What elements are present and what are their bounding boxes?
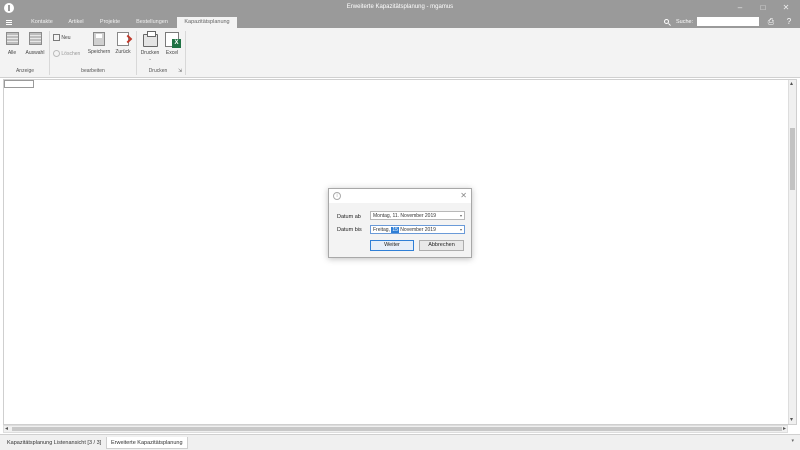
help-icon[interactable]: ?	[784, 17, 794, 27]
alle-button[interactable]: Alle	[4, 32, 20, 56]
zurueck-button[interactable]: Zurück	[113, 32, 133, 55]
datum-ab-label: Datum ab	[337, 214, 361, 220]
tab-projekte[interactable]: Projekte	[96, 17, 124, 28]
window-title: Erweiterte Kapazitätsplanung - mgamus	[346, 4, 454, 10]
search-icon	[664, 19, 669, 24]
back-icon	[117, 32, 129, 46]
close-icon[interactable]: ✕	[780, 2, 792, 14]
dialog-launcher-icon[interactable]: ⇲	[178, 68, 182, 74]
table-icon	[5, 32, 19, 45]
excel-label: Excel	[165, 50, 179, 56]
excel-button[interactable]: Excel	[163, 32, 181, 56]
auswahl-button[interactable]: Auswahl	[24, 32, 46, 56]
tab-bestellungen[interactable]: Bestellungen	[133, 17, 171, 28]
app-menu-icon[interactable]	[3, 17, 15, 28]
scroll-left-icon[interactable]: ◂	[5, 425, 8, 433]
group-label-bearbeiten: bearbeiten	[81, 68, 105, 74]
ribbon-divider	[136, 31, 137, 75]
scroll-up-icon[interactable]: ▴	[790, 80, 793, 88]
horizontal-scrollbar[interactable]: ◂ ▸	[3, 425, 788, 433]
table-selection-icon	[28, 32, 42, 45]
loeschen-button[interactable]: Löschen	[53, 50, 85, 57]
datum-bis-label: Datum bis	[337, 227, 362, 233]
printer-icon	[142, 31, 158, 47]
chevron-down-icon[interactable]: ▾	[460, 212, 462, 220]
speichern-button[interactable]: Speichern	[87, 32, 111, 55]
group-label-anzeige: Anzeige	[15, 68, 35, 74]
abbrechen-button[interactable]: Abbrechen	[419, 240, 464, 251]
datum-ab-value: Montag, 11. November 2019	[373, 213, 437, 219]
ribbon-divider	[49, 31, 50, 75]
zurueck-label: Zurück	[115, 49, 131, 55]
tab-kontakte[interactable]: Kontakte	[28, 17, 56, 28]
app-logo-icon: i	[333, 192, 341, 200]
weiter-button[interactable]: Weiter	[370, 240, 414, 251]
neu-label: Neu	[61, 34, 71, 41]
chevron-down-icon[interactable]: ▾	[460, 226, 462, 234]
datum-bis-day-selected: 15	[391, 227, 399, 233]
dialog-header: i ✕	[329, 189, 471, 203]
scroll-down-icon[interactable]: ▾	[790, 416, 793, 424]
search-input[interactable]	[697, 17, 759, 26]
alle-label: Alle	[7, 50, 17, 56]
save-icon	[93, 32, 105, 46]
tabs-dropdown-icon[interactable]: ▾	[791, 438, 794, 444]
dialog-close-icon[interactable]: ✕	[460, 191, 467, 200]
drucken-button[interactable]: Drucken ⌄	[139, 31, 161, 61]
speichern-label: Speichern	[87, 49, 111, 55]
title-bar: Erweiterte Kapazitätsplanung - mgamus – …	[0, 0, 800, 16]
selected-cell[interactable]	[4, 80, 34, 88]
ribbon-divider	[185, 31, 186, 75]
datum-bis-prefix: Freitag,	[373, 227, 390, 233]
minimize-icon[interactable]: –	[734, 2, 746, 14]
datum-ab-field[interactable]: Montag, 11. November 2019 ▾	[370, 211, 465, 220]
vertical-scrollbar[interactable]: ▴ ▾	[788, 80, 796, 424]
ribbon: Alle Auswahl Anzeige Neu Löschen Speiche…	[0, 28, 800, 78]
delete-icon	[53, 50, 60, 57]
tab-artikel[interactable]: Artikel	[64, 17, 88, 28]
scroll-right-icon[interactable]: ▸	[783, 425, 786, 433]
vertical-scroll-thumb[interactable]	[790, 128, 795, 190]
printer-toolbar-icon[interactable]: ⎙	[766, 17, 776, 27]
bottom-tab-listenansicht[interactable]: Kapazitätsplanung Listenansicht [3 / 3]	[3, 437, 105, 449]
bottom-tab-bar: Kapazitätsplanung Listenansicht [3 / 3] …	[0, 434, 800, 450]
horizontal-scroll-thumb[interactable]	[12, 427, 782, 431]
loeschen-label: Löschen	[61, 50, 81, 57]
tab-kapazitaetsplanung[interactable]: Kapazitätsplanung	[177, 17, 237, 28]
search-label: Suche:	[676, 19, 694, 25]
neu-button[interactable]: Neu	[53, 34, 77, 41]
new-icon	[53, 34, 60, 41]
maximize-icon[interactable]: □	[757, 2, 769, 14]
datum-bis-suffix: November 2019	[400, 227, 436, 233]
auswahl-label: Auswahl	[25, 50, 45, 56]
group-label-drucken: Drucken	[148, 68, 168, 74]
chevron-down-icon: ⌄	[148, 56, 152, 61]
bottom-tab-erweiterte-kapazitaetsplanung[interactable]: Erweiterte Kapazitätsplanung	[106, 437, 188, 449]
excel-icon	[165, 32, 181, 48]
date-range-dialog: i ✕ Datum ab Montag, 11. November 2019 ▾…	[328, 188, 472, 258]
datum-bis-field[interactable]: Freitag, 15 November 2019 ▾	[370, 225, 465, 234]
